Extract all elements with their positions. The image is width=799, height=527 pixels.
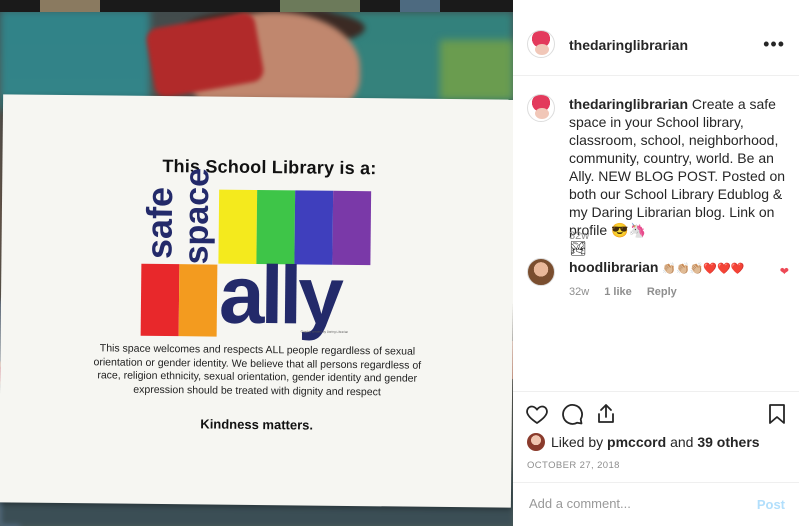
author-username[interactable]: thedaringlibrarian	[569, 37, 688, 53]
caption-time[interactable]: 32w	[569, 230, 589, 242]
author-avatar[interactable]	[527, 30, 555, 58]
caption-username[interactable]: thedaringlibrarian	[569, 96, 688, 112]
post-sidebar: thedaringlibrarian ••• thedaringlibraria…	[513, 0, 799, 526]
liker-username[interactable]: pmccord	[607, 434, 666, 450]
caption-avatar[interactable]	[527, 94, 555, 122]
comment-text: 👏🏼👏🏼👏🏼❤️❤️❤️	[662, 263, 745, 275]
comment: hoodlibrarian 👏🏼👏🏼👏🏼❤️❤️❤️	[569, 259, 745, 275]
safe-space-sign: This School Library is a: safe space all…	[0, 94, 513, 508]
share-icon[interactable]	[594, 402, 618, 426]
comment-like-heart-icon[interactable]: ❤	[780, 265, 789, 278]
post-caption: thedaringlibrarian Create a safe space i…	[569, 95, 787, 257]
comment-icon[interactable]	[560, 402, 584, 426]
post-date[interactable]: OCTOBER 27, 2018	[527, 460, 620, 471]
comment-time[interactable]: 32w	[569, 286, 589, 298]
heart-outline-icon[interactable]	[525, 402, 549, 426]
sign-word-space: space	[177, 167, 217, 265]
comment-meta: 32w 1 like Reply	[569, 286, 689, 298]
bookmark-icon[interactable]	[765, 402, 789, 426]
post-header: thedaringlibrarian •••	[513, 12, 799, 76]
sign-body-text: This space welcomes and respects ALL peo…	[93, 342, 422, 398]
color-stripe-orange	[178, 264, 218, 337]
color-stripe-red	[140, 263, 180, 337]
commenter-avatar[interactable]	[527, 258, 555, 286]
sign-kindness-text: Kindness matters.	[200, 416, 314, 433]
comment-likes[interactable]: 1 like	[604, 286, 632, 298]
reply-button[interactable]: Reply	[647, 286, 677, 298]
post-photo[interactable]: This School Library is a: safe space all…	[0, 0, 513, 526]
likes-others[interactable]: 39 others	[697, 434, 759, 450]
likes-and: and	[670, 434, 694, 450]
action-bar	[513, 391, 799, 436]
add-comment-input[interactable]	[527, 495, 741, 512]
likes-summary: Liked by pmccord and 39 others	[551, 434, 760, 450]
sign-fine-print: Graphic created by Daring Librarian	[300, 329, 349, 334]
more-options-icon[interactable]: •••	[763, 34, 785, 55]
caption-text: Create a safe space in your School libra…	[569, 96, 786, 238]
add-comment-bar: Post	[513, 482, 799, 527]
sign-word-ally: ally	[218, 249, 341, 342]
likes-prefix: Liked by	[551, 434, 604, 450]
caption-emoji: 🏞	[569, 240, 587, 256]
liker-avatar[interactable]	[527, 433, 545, 451]
photo-top-strip	[0, 0, 513, 12]
comment-username[interactable]: hoodlibrarian	[569, 259, 658, 275]
photo-background	[440, 40, 513, 100]
sign-word-safe: safe	[138, 186, 181, 260]
post-comment-button[interactable]: Post	[757, 497, 785, 512]
